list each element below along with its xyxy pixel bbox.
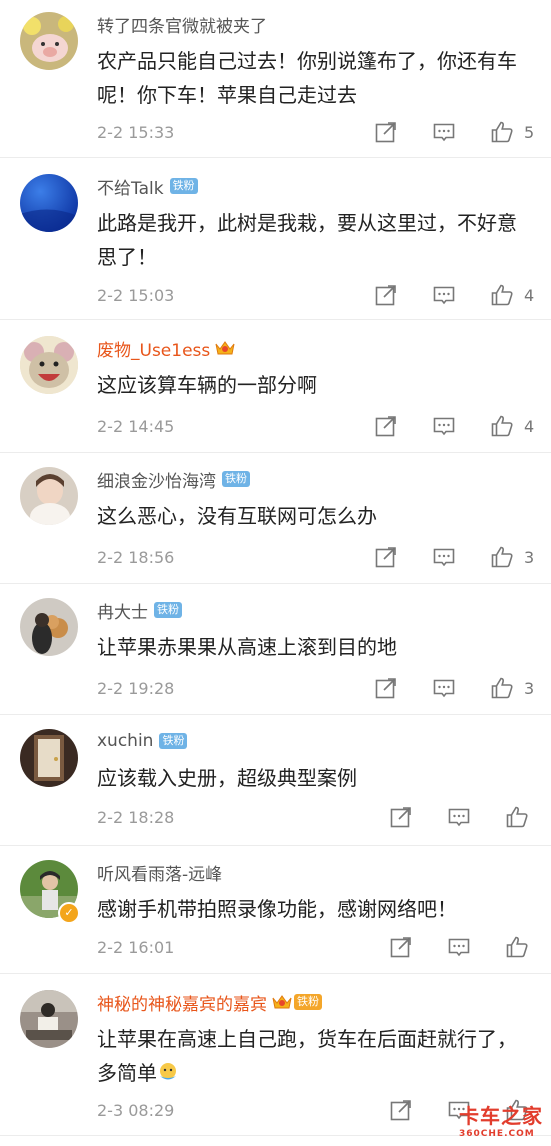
avatar[interactable] (20, 467, 78, 525)
comment-text: 应该载入史册，超级典型案例 (97, 766, 357, 790)
comment-text: 这么恶心，没有互联网可怎么办 (97, 504, 377, 528)
share-icon[interactable] (389, 805, 413, 829)
thumbs-up-icon[interactable] (490, 120, 514, 144)
comment-icon[interactable] (432, 120, 456, 144)
watermark-text: 卡车之家 (459, 1104, 543, 1128)
username[interactable]: 冉大士 (97, 598, 148, 623)
comment-header: 听风看雨落-远峰 (97, 860, 222, 885)
avatar[interactable] (20, 990, 78, 1048)
comment-item: 不给Talk 铁粉 此路是我开，此树是我栽，要从这里过，不好意思了！ 2-2 1… (0, 162, 551, 320)
timestamp: 2-2 16:01 (97, 938, 175, 957)
thumbs-up-icon[interactable] (490, 414, 514, 438)
comment-text: 让苹果赤果果从高速上滚到目的地 (97, 635, 397, 659)
vip-crown-icon (271, 993, 293, 1011)
share-icon[interactable] (389, 1098, 413, 1122)
comment-text: 感谢手机带拍照录像功能，感谢网络吧！ (97, 897, 457, 921)
fan-badge: 铁粉 (159, 733, 188, 749)
username[interactable]: xuchin (97, 731, 153, 751)
verified-badge-icon: ✓ (58, 902, 80, 924)
username[interactable]: 听风看雨落-远峰 (97, 860, 222, 885)
comment-text: 农产品只能自己过去！你别说篷布了，你还有车呢！你下车！苹果自己走过去 (97, 49, 517, 107)
comment-header: 细浪金沙怡海湾 铁粉 (97, 467, 250, 492)
comment-item: 冉大士 铁粉 让苹果赤果果从高速上滚到目的地 2-2 19:28 3 (0, 586, 551, 715)
watermark-subtext: 360CHE.COM (459, 1129, 535, 1139)
comment-meta: 2-2 14:45 4 (97, 414, 551, 440)
comment-header: 冉大士 铁粉 (97, 598, 182, 623)
thumbs-up-icon[interactable] (505, 935, 529, 959)
comment-meta: 2-2 19:28 3 (97, 676, 551, 702)
avatar[interactable] (20, 336, 78, 394)
comment-item: 转了四条官微就被夹了 农产品只能自己过去！你别说篷布了，你还有车呢！你下车！苹果… (0, 0, 551, 158)
comment-item: xuchin 铁粉 应该载入史册，超级典型案例 2-2 18:28 (0, 717, 551, 846)
username[interactable]: 转了四条官微就被夹了 (97, 12, 267, 37)
like-count: 3 (524, 548, 535, 567)
comment-icon[interactable] (432, 414, 456, 438)
share-icon[interactable] (374, 676, 398, 700)
username[interactable]: 废物_Use1ess (97, 336, 210, 361)
thumbs-up-icon[interactable] (490, 283, 514, 307)
comment-text: 让苹果在高速上自己跑，货车在后面赶就行了，多简单 (97, 1022, 529, 1090)
fan-badge: 铁粉 (154, 602, 182, 618)
comment-header: 神秘的神秘嘉宾的嘉宾 铁粉 (97, 990, 322, 1015)
comment-text: 此路是我开，此树是我栽，要从这里过，不好意思了！ (97, 211, 517, 269)
fan-badge: 铁粉 (294, 994, 322, 1010)
comment-meta: 2-2 15:03 4 (97, 283, 551, 309)
comment-item: 废物_Use1ess 这应该算车辆的一部分啊 2-2 14:45 4 (0, 324, 551, 453)
fan-badge: 铁粉 (222, 471, 250, 487)
avatar[interactable] (20, 174, 78, 232)
comment-header: xuchin 铁粉 (97, 729, 188, 753)
username[interactable]: 不给Talk (97, 174, 164, 199)
share-icon[interactable] (374, 283, 398, 307)
like-count: 4 (524, 286, 535, 305)
vip-crown-icon (214, 339, 236, 357)
comment-icon[interactable] (432, 545, 456, 569)
avatar[interactable] (20, 12, 78, 70)
timestamp: 2-2 14:45 (97, 417, 175, 436)
timestamp: 2-3 08:29 (97, 1101, 175, 1120)
comment-item: 细浪金沙怡海湾 铁粉 这么恶心，没有互联网可怎么办 2-2 18:56 3 (0, 455, 551, 584)
like-count: 5 (524, 123, 535, 142)
thumbs-up-icon[interactable] (505, 805, 529, 829)
comment-header: 转了四条官微就被夹了 (97, 12, 267, 37)
comment-header: 不给Talk 铁粉 (97, 174, 198, 199)
comment-meta: 2-2 16:01 (97, 935, 551, 961)
fan-badge: 铁粉 (169, 178, 198, 194)
comment-meta: 2-2 15:33 5 (97, 120, 551, 146)
thumbs-up-icon[interactable] (490, 545, 514, 569)
comment-text: 这应该算车辆的一部分啊 (97, 373, 317, 397)
comment-meta: 2-2 18:28 (97, 805, 551, 831)
username[interactable]: 细浪金沙怡海湾 (97, 467, 216, 492)
comment-icon[interactable] (447, 805, 471, 829)
timestamp: 2-2 15:03 (97, 286, 175, 305)
comment-icon[interactable] (432, 676, 456, 700)
timestamp: 2-2 15:33 (97, 123, 175, 142)
comment-item: ✓ 听风看雨落-远峰 感谢手机带拍照录像功能，感谢网络吧！ 2-2 16:01 (0, 848, 551, 974)
emoji-icon (157, 1059, 179, 1081)
comment-icon[interactable] (447, 935, 471, 959)
comment-meta: 2-2 18:56 3 (97, 545, 551, 571)
thumbs-up-icon[interactable] (490, 676, 514, 700)
avatar[interactable] (20, 729, 78, 787)
share-icon[interactable] (374, 545, 398, 569)
share-icon[interactable] (374, 120, 398, 144)
username[interactable]: 神秘的神秘嘉宾的嘉宾 (97, 990, 267, 1015)
comment-header: 废物_Use1ess (97, 336, 236, 361)
like-count: 4 (524, 417, 535, 436)
share-icon[interactable] (374, 414, 398, 438)
timestamp: 2-2 18:28 (97, 808, 175, 827)
comment-icon[interactable] (432, 283, 456, 307)
timestamp: 2-2 18:56 (97, 548, 175, 567)
avatar[interactable] (20, 598, 78, 656)
share-icon[interactable] (389, 935, 413, 959)
timestamp: 2-2 19:28 (97, 679, 175, 698)
like-count: 3 (524, 679, 535, 698)
watermark-logo: 卡车之家 360CHE.COM (459, 1100, 545, 1140)
